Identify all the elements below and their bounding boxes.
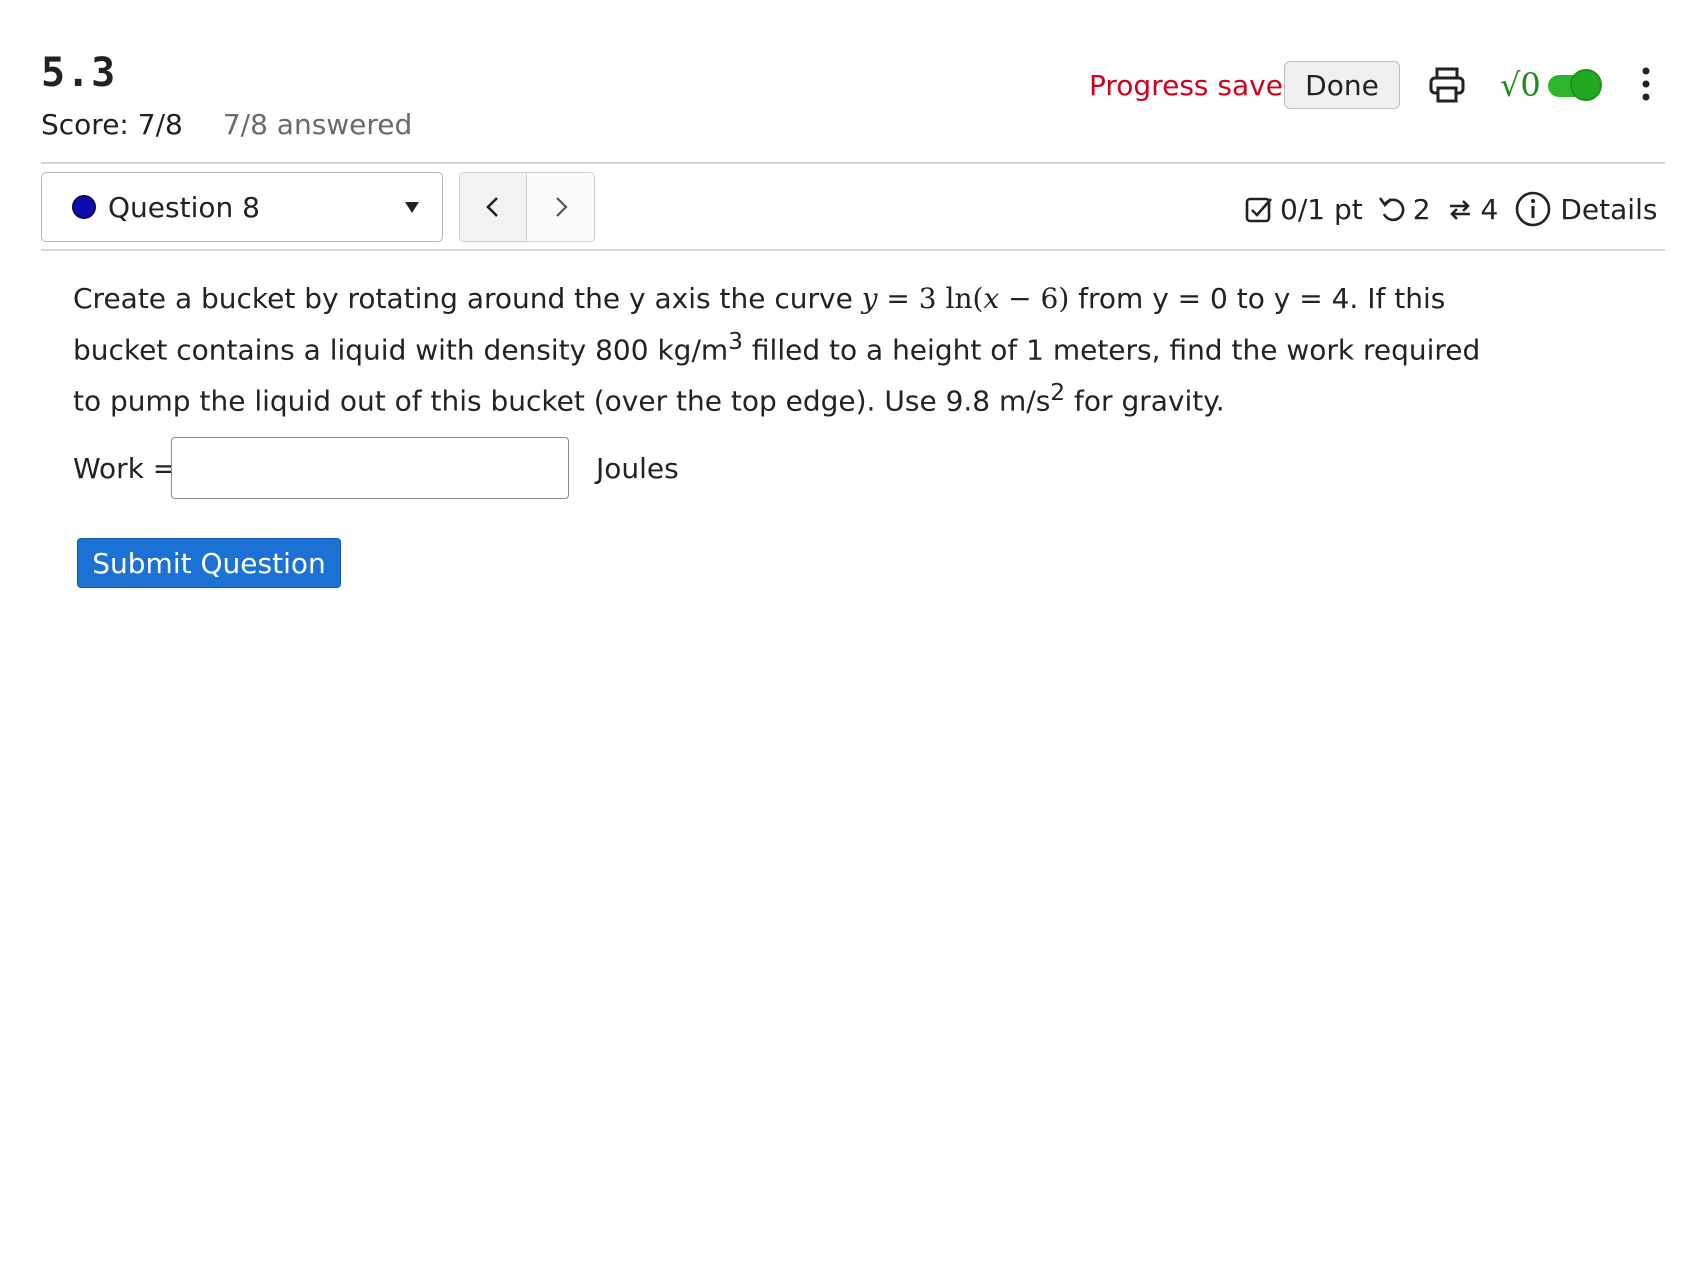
question-nav bbox=[459, 172, 595, 242]
math-entry-toggle[interactable]: √0 bbox=[1500, 65, 1602, 105]
progress-status: Progress saved bbox=[1089, 69, 1301, 102]
math-toggle-label: √0 bbox=[1500, 66, 1541, 104]
prompt-text: Create a bucket by rotating around the y… bbox=[73, 282, 862, 315]
superscript: 2 bbox=[1050, 378, 1066, 407]
question-status-dot bbox=[72, 195, 96, 219]
math-var-x: x bbox=[983, 282, 1000, 315]
printer-icon[interactable] bbox=[1427, 65, 1467, 105]
details-label: Details bbox=[1560, 192, 1658, 226]
done-button[interactable]: Done bbox=[1284, 61, 1400, 109]
retries-count: 2 bbox=[1412, 192, 1431, 226]
divider bbox=[41, 162, 1665, 164]
question-select[interactable]: Question 8 bbox=[41, 172, 443, 242]
superscript: 3 bbox=[728, 327, 743, 355]
previous-question-button[interactable] bbox=[460, 173, 527, 241]
question-select-label: Question 8 bbox=[108, 190, 260, 224]
details-button[interactable]: Details bbox=[1514, 190, 1657, 228]
checkbox-icon bbox=[1245, 197, 1272, 223]
question-prompt: Create a bucket by rotating around the y… bbox=[73, 278, 1493, 423]
attempts-count: 4 bbox=[1480, 192, 1499, 226]
toggle-knob bbox=[1570, 69, 1602, 101]
caret-down-icon bbox=[405, 202, 419, 213]
kebab-menu-icon[interactable] bbox=[1636, 65, 1656, 105]
info-icon bbox=[1516, 191, 1551, 227]
submit-question-button[interactable]: Submit Question bbox=[77, 538, 341, 588]
math-ln: ln bbox=[945, 282, 973, 315]
answered-count: 7/8 answered bbox=[222, 108, 413, 141]
score-text: Score: 7/8 bbox=[41, 108, 183, 141]
points-item: 0/1 pt bbox=[1244, 193, 1363, 226]
retries-item: 2 bbox=[1377, 193, 1431, 226]
math-paren: ( bbox=[972, 282, 984, 315]
answer-row: Work = Joules bbox=[73, 437, 679, 499]
question-meta: 0/1 pt 2 4 Details bbox=[1244, 189, 1657, 229]
math-formula: y = 3 ln(x − 6) bbox=[862, 282, 1070, 315]
divider bbox=[41, 249, 1665, 251]
score-row: Score: 7/8 7/8 answered bbox=[41, 108, 412, 141]
units-label: Joules bbox=[596, 451, 679, 485]
attempts-item: 4 bbox=[1445, 192, 1499, 226]
work-label: Work = bbox=[73, 451, 177, 485]
math-var-y: y bbox=[861, 282, 878, 315]
work-answer-input[interactable] bbox=[171, 437, 569, 499]
math-rest: − 6) bbox=[999, 282, 1070, 315]
math-equals: = 3 bbox=[877, 282, 946, 315]
prompt-text: for gravity. bbox=[1065, 384, 1225, 418]
undo-icon bbox=[1378, 197, 1405, 222]
points-text: 0/1 pt bbox=[1280, 192, 1363, 226]
chevron-left-icon bbox=[486, 197, 498, 217]
top-toolbar: Progress saved Done √0 bbox=[0, 61, 1699, 111]
chevron-right-icon bbox=[555, 197, 568, 217]
next-question-button[interactable] bbox=[527, 173, 594, 241]
repeat-icon bbox=[1449, 200, 1470, 220]
